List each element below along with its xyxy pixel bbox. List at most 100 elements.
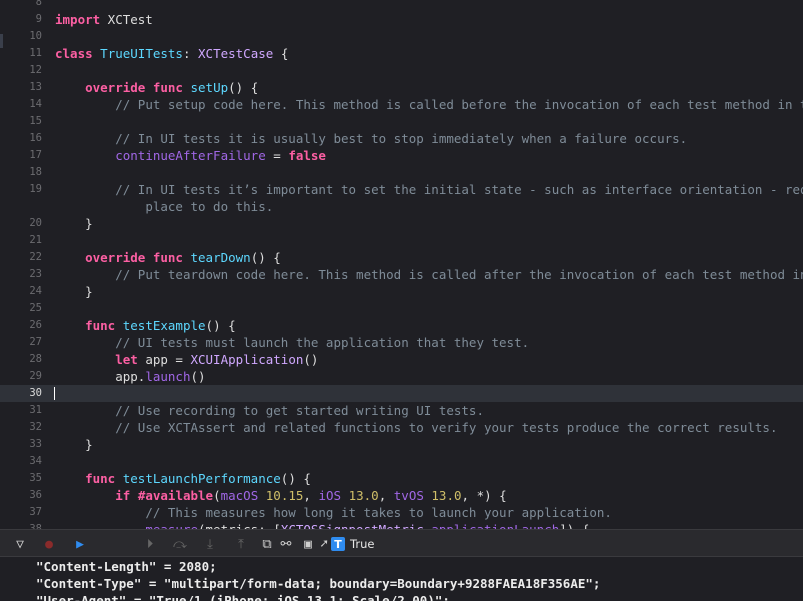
code-line[interactable]: 38 measure(metrics: [XCTOSSignpostMetric… xyxy=(0,521,803,529)
code-line[interactable]: 24 } xyxy=(0,283,803,300)
code-line[interactable]: 22 override func tearDown() { xyxy=(0,249,803,266)
line-code: // Put teardown code here. This method i… xyxy=(55,266,803,283)
line-code: place to do this. xyxy=(55,198,273,215)
code-line[interactable]: 27 // UI tests must launch the applicati… xyxy=(0,334,803,351)
code-line[interactable]: 12 xyxy=(0,62,803,79)
line-code: func testLaunchPerformance() { xyxy=(55,470,311,487)
debug-bar: ▽ ● ▶ ⏵ ⤼ ⤓ ⤒ ⧉ ⚯ ▣ ➚ T True xyxy=(0,529,803,557)
hide-debug-area-icon[interactable]: ▽ xyxy=(11,536,29,552)
console-output[interactable]: "Content-Length" = 2080; "Content-Type" =… xyxy=(0,557,803,601)
code-token: testLaunchPerformance xyxy=(122,471,281,486)
text-cursor xyxy=(54,387,55,400)
code-token: func xyxy=(85,318,116,333)
code-token: import xyxy=(55,12,101,27)
line-number: 32 xyxy=(29,421,42,433)
code-line[interactable]: 19 // In UI tests it’s important to set … xyxy=(0,181,803,198)
code-line[interactable]: 36 if #available(macOS 10.15, iOS 13.0, … xyxy=(0,487,803,504)
code-line[interactable]: 29 app.launch() xyxy=(0,368,803,385)
code-line[interactable]: 14 // Put setup code here. This method i… xyxy=(0,96,803,113)
line-number: 24 xyxy=(29,285,42,297)
line-code: } xyxy=(55,283,93,300)
line-code: app.launch() xyxy=(55,368,205,385)
line-code: measure(metrics: [XCTOSSignpostMetric.ap… xyxy=(55,521,589,529)
code-line[interactable]: 21 xyxy=(0,232,803,249)
app-target-icon: T xyxy=(331,537,345,551)
step-over-icon[interactable]: ⤼ xyxy=(171,536,189,552)
activate-breakpoints-icon[interactable]: ▶ xyxy=(71,536,89,552)
code-line[interactable]: 28 let app = XCUIApplication() xyxy=(0,351,803,368)
code-line[interactable]: 20 } xyxy=(0,215,803,232)
console-line: "User-Agent" = "True/1 (iPhone; iOS 13.1… xyxy=(36,593,450,601)
line-number: 12 xyxy=(29,64,42,76)
code-token: } xyxy=(55,437,93,452)
code-token: // Put teardown code here. This method i… xyxy=(115,267,803,282)
step-out-icon[interactable]: ⤒ xyxy=(232,536,250,552)
code-line[interactable]: 25 xyxy=(0,300,803,317)
code-token: XCTest xyxy=(100,12,153,27)
line-code: } xyxy=(55,436,93,453)
debug-target-label: True xyxy=(350,537,375,551)
line-number: 26 xyxy=(29,319,42,331)
code-line[interactable]: 26 func testExample() { xyxy=(0,317,803,334)
code-line[interactable]: 10 xyxy=(0,28,803,45)
code-line[interactable]: 8 xyxy=(0,0,803,11)
view-hierarchy-icon[interactable]: ⧉ xyxy=(258,536,276,552)
line-number: 33 xyxy=(29,438,42,450)
line-number: 22 xyxy=(29,251,42,263)
code-line[interactable]: 35 func testLaunchPerformance() { xyxy=(0,470,803,487)
line-number: 15 xyxy=(29,115,42,127)
code-line[interactable]: 16 // In UI tests it is usually best to … xyxy=(0,130,803,147)
code-token: app = xyxy=(137,352,191,367)
code-line[interactable]: 32 // Use XCTAssert and related function… xyxy=(0,419,803,436)
code-line[interactable]: 34 xyxy=(0,453,803,470)
code-line[interactable]: 23 // Put teardown code here. This metho… xyxy=(0,266,803,283)
code-line[interactable]: 37 // This measures how long it takes to… xyxy=(0,504,803,521)
code-line[interactable]: place to do this. xyxy=(0,198,803,215)
code-token: iOS xyxy=(318,488,342,503)
code-line[interactable]: 18 xyxy=(0,164,803,181)
code-token: 13.0 xyxy=(348,488,379,503)
code-token: macOS xyxy=(220,488,259,503)
code-token: = xyxy=(265,148,289,163)
code-line[interactable]: 31 // Use recording to get started writi… xyxy=(0,402,803,419)
line-code: let app = XCUIApplication() xyxy=(55,351,318,368)
code-line[interactable]: 11 class TrueUITests: XCTestCase { xyxy=(0,45,803,62)
code-token: () xyxy=(303,352,319,367)
breakpoint-toggle-icon[interactable]: ● xyxy=(40,536,58,552)
code-token: // Put setup code here. This method is c… xyxy=(115,97,803,112)
code-token: : xyxy=(182,46,199,61)
code-token: XCTestCase xyxy=(198,46,274,61)
code-editor[interactable]: 8 9 import XCTest 10 11 class TrueUITests: XC… xyxy=(0,0,803,529)
code-token: XCTOSSignpostMetric xyxy=(281,522,424,529)
continue-icon[interactable]: ⏵ xyxy=(141,536,159,552)
code-token: // UI tests must launch the application … xyxy=(115,335,530,350)
code-line[interactable]: 30 xyxy=(0,385,803,402)
code-token: () { xyxy=(280,471,311,486)
memory-graph-icon[interactable]: ⚯ xyxy=(277,536,295,552)
step-into-icon[interactable]: ⤓ xyxy=(201,536,219,552)
code-line[interactable]: 13 override func setUp() { xyxy=(0,79,803,96)
code-token: () { xyxy=(205,318,236,333)
line-code: if #available(macOS 10.15, iOS 13.0, tvO… xyxy=(55,487,506,504)
line-number: 28 xyxy=(29,353,42,365)
code-token: // In UI tests it’s important to set the… xyxy=(115,182,803,197)
debug-target[interactable]: T True xyxy=(331,536,374,552)
code-line[interactable]: 17 continueAfterFailure = false xyxy=(0,147,803,164)
code-line[interactable]: 15 xyxy=(0,113,803,130)
code-line[interactable]: 9 import XCTest xyxy=(0,11,803,28)
code-line[interactable]: 33 } xyxy=(0,436,803,453)
line-code: // In UI tests it is usually best to sto… xyxy=(55,130,687,147)
line-number: 8 xyxy=(35,0,42,8)
code-token: applicationLaunch xyxy=(431,522,559,529)
line-number: 23 xyxy=(29,268,42,280)
